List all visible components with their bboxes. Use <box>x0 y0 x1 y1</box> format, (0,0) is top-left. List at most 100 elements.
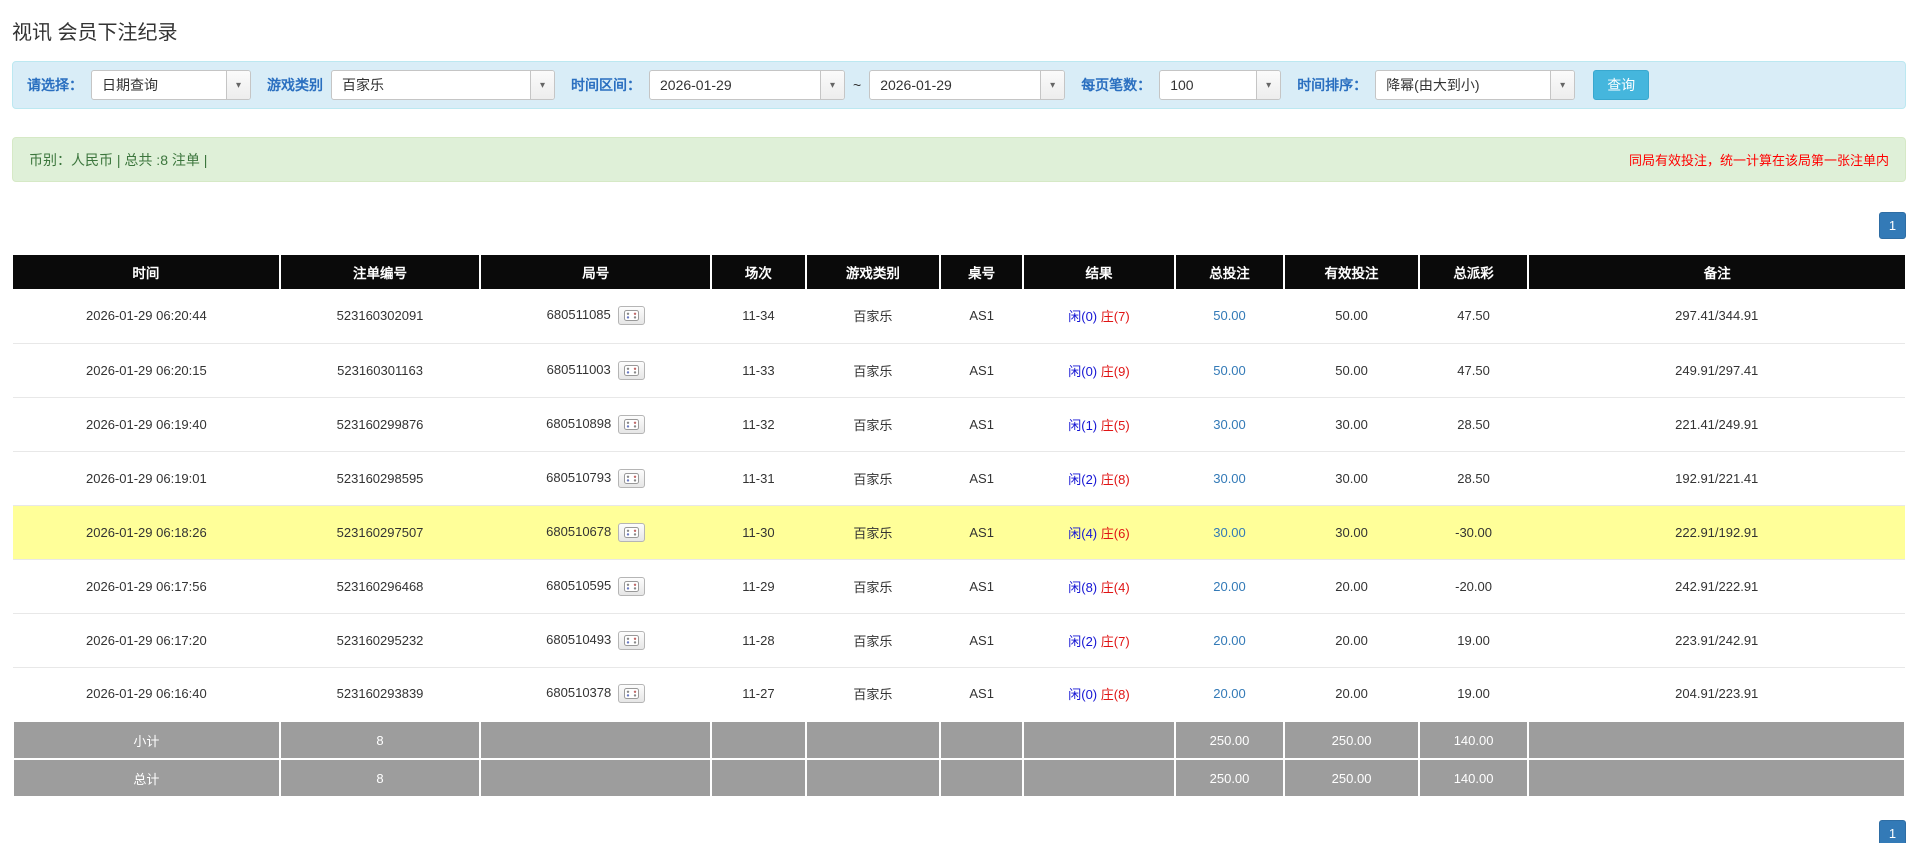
banker-result: 庄(9) <box>1100 363 1130 379</box>
cell-remark: 204.91/223.91 <box>1528 667 1905 722</box>
per-page-value: 100 <box>1170 77 1194 93</box>
round-id-text: 680510678 <box>546 523 612 539</box>
cell-session: 11-29 <box>711 559 806 614</box>
page-1-button[interactable]: 1 <box>1879 212 1906 239</box>
table-row: 2026-01-29 06:20:15 523160301163 680511003… <box>13 343 1905 398</box>
roadmap-icon[interactable] <box>617 306 645 326</box>
date-from-dropdown[interactable]: 2026-01-29 ▾ <box>649 70 845 100</box>
cell-total-bet: 20.00 <box>1174 613 1285 668</box>
player-result: 闲(8) <box>1068 579 1098 595</box>
cell-time: 2026-01-29 06:17:56 <box>13 559 280 614</box>
roadmap-icon[interactable] <box>618 414 646 434</box>
total-bet-link[interactable]: 30.00 <box>1213 417 1246 432</box>
cell-remark: 249.91/297.41 <box>1528 343 1905 398</box>
roadmap-icon[interactable] <box>618 576 646 596</box>
cell-total-bet: 50.00 <box>1174 343 1285 398</box>
subtotal-empty-cell <box>1527 720 1906 760</box>
cell-result: 闲(0) 庄(7) <box>1023 289 1175 344</box>
cell-time: 2026-01-29 06:18:26 <box>13 505 280 560</box>
cell-session: 11-30 <box>711 505 806 560</box>
cell-time: 2026-01-29 06:20:44 <box>13 289 280 344</box>
cell-payout: 28.50 <box>1418 397 1529 452</box>
chevron-down-icon[interactable]: ▾ <box>1040 71 1065 99</box>
cell-session: 11-31 <box>711 451 806 506</box>
cell-valid-bet: 30.00 <box>1284 397 1419 452</box>
cell-bet-id: 523160296468 <box>279 559 481 614</box>
header-time: 时间 <box>13 255 280 289</box>
notice-text: 同局有效投注，统一计算在该局第一张注单内 <box>1628 153 1889 168</box>
cell-result: 闲(2) 庄(8) <box>1023 451 1175 506</box>
cell-time: 2026-01-29 06:19:40 <box>13 397 280 452</box>
select-type-dropdown[interactable]: 日期查询 ▾ <box>91 70 251 100</box>
table-header-row: 时间 注单编号 局号 场次 游戏类别 桌号 结果 总投注 有效投注 总派彩 备注 <box>13 255 1905 289</box>
roadmap-icon[interactable] <box>618 684 646 704</box>
table-row: 2026-01-29 06:17:20 523160295232 680510493… <box>13 613 1905 668</box>
cell-table-no: AS1 <box>940 397 1024 452</box>
header-bet-id: 注单编号 <box>278 255 481 289</box>
page-title: 视讯 会员下注纪录 <box>12 22 178 44</box>
header-round-id: 局号 <box>479 255 712 289</box>
header-total-bet: 总投注 <box>1173 255 1285 289</box>
total-empty-cell <box>939 758 1025 798</box>
round-id-text: 680510493 <box>546 631 612 647</box>
cell-valid-bet: 30.00 <box>1284 451 1419 506</box>
cell-remark: 242.91/222.91 <box>1528 559 1905 614</box>
round-id-text: 680511003 <box>546 361 611 377</box>
banker-result: 庄(8) <box>1100 687 1130 703</box>
page-1-button[interactable]: 1 <box>1879 820 1906 843</box>
total-bet-link[interactable]: 20.00 <box>1213 633 1246 648</box>
total-bet-link[interactable]: 20.00 <box>1213 686 1246 701</box>
cell-time: 2026-01-29 06:20:15 <box>13 343 280 398</box>
chevron-down-icon[interactable]: ▾ <box>1256 71 1281 99</box>
total-bet-link[interactable]: 20.00 <box>1213 579 1246 594</box>
total-bet-link[interactable]: 30.00 <box>1213 525 1246 540</box>
total-valid-bet: 250.00 <box>1283 758 1420 798</box>
round-id-text: 680510595 <box>546 577 612 593</box>
search-button[interactable]: 查询 <box>1593 70 1650 100</box>
chevron-down-icon[interactable]: ▾ <box>530 71 554 99</box>
cell-payout: 19.00 <box>1418 613 1529 668</box>
cell-table-no: AS1 <box>940 613 1024 668</box>
total-bet-link[interactable]: 30.00 <box>1213 471 1246 486</box>
cell-total-bet: 20.00 <box>1174 667 1285 722</box>
table-row: 2026-01-29 06:19:40 523160299876 680510898… <box>13 397 1905 452</box>
cell-session: 11-32 <box>711 397 806 452</box>
roadmap-icon[interactable] <box>617 360 645 380</box>
roadmap-icon[interactable] <box>618 522 646 542</box>
total-row: 总计 8 250.00 250.00 140.00 <box>12 758 1906 798</box>
subtotal-empty-cell <box>804 720 942 760</box>
cell-total-bet: 30.00 <box>1174 451 1285 506</box>
chevron-down-icon[interactable]: ▾ <box>1550 71 1575 99</box>
date-to-dropdown[interactable]: 2026-01-29 ▾ <box>869 70 1066 100</box>
cell-valid-bet: 50.00 <box>1284 289 1419 344</box>
cell-total-bet: 30.00 <box>1174 397 1285 452</box>
cell-round-id: 680510595 <box>480 559 712 614</box>
total-bet-link[interactable]: 50.00 <box>1213 363 1246 378</box>
date-to-value: 2026-01-29 <box>880 77 952 93</box>
total-empty-cell <box>479 758 713 798</box>
date-from-value: 2026-01-29 <box>660 77 732 93</box>
cell-remark: 221.41/249.91 <box>1528 397 1905 452</box>
time-range-label: 时间区间： <box>571 77 641 93</box>
cell-game-type: 百家乐 <box>805 343 941 398</box>
per-page-dropdown[interactable]: 100 ▾ <box>1159 70 1282 100</box>
cell-payout: 19.00 <box>1418 667 1529 722</box>
table-row: 2026-01-29 06:16:40 523160293839 680510378… <box>13 667 1905 722</box>
sort-order-value: 降幂(由大到小) <box>1386 77 1480 93</box>
banker-result: 庄(5) <box>1100 417 1130 433</box>
chevron-down-icon[interactable]: ▾ <box>226 71 250 99</box>
total-empty-cell <box>1022 758 1176 798</box>
banker-result: 庄(7) <box>1100 309 1130 325</box>
player-result: 闲(1) <box>1068 417 1098 433</box>
pagination-top: 1 <box>12 212 1906 239</box>
game-type-dropdown[interactable]: 百家乐 ▾ <box>331 70 555 100</box>
total-empty-cell <box>1527 758 1906 798</box>
total-bet-link[interactable]: 50.00 <box>1213 308 1246 323</box>
cell-round-id: 680510793 <box>480 451 712 506</box>
cell-game-type: 百家乐 <box>805 559 941 614</box>
sort-order-dropdown[interactable]: 降幂(由大到小) ▾ <box>1375 70 1576 100</box>
cell-table-no: AS1 <box>940 559 1024 614</box>
roadmap-icon[interactable] <box>618 468 646 488</box>
roadmap-icon[interactable] <box>618 630 646 650</box>
chevron-down-icon[interactable]: ▾ <box>820 71 844 99</box>
